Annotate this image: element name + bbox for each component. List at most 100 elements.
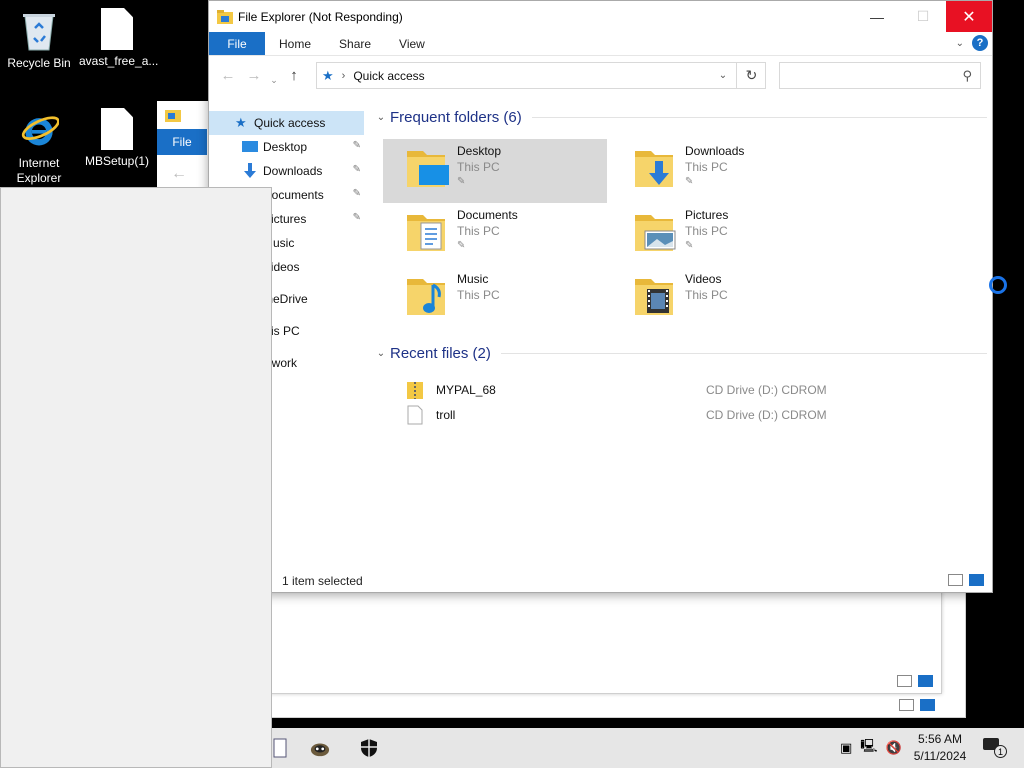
pin-icon[interactable]: ✎ — [353, 140, 361, 151]
tab-share[interactable]: Share — [325, 32, 385, 55]
folder-location: This PC — [685, 224, 728, 238]
help-icon[interactable]: ? — [972, 35, 988, 51]
clock-date: 5/11/2024 — [913, 749, 967, 763]
recent-locations-button[interactable]: ⌄ — [267, 75, 281, 86]
details-view-icon[interactable] — [899, 699, 914, 711]
title-bar[interactable]: File Explorer (Not Responding) — ☐ ✕ — [209, 1, 992, 32]
folder-tile-desktop[interactable]: Desktop This PC ✎ — [383, 139, 607, 203]
up-button[interactable]: ↑ — [281, 67, 307, 84]
pin-icon: ✎ — [685, 176, 694, 187]
frequent-folders-grid: Desktop This PC ✎ Downloads This PC ✎ Do… — [383, 139, 987, 331]
desktop-icon-avast[interactable]: avast_free_a... — [79, 8, 159, 69]
ribbon: File Home Share View ⌄ ? — [209, 32, 992, 56]
clock[interactable]: 5:56 AM 5/11/2024 — [905, 731, 975, 765]
volume-muted-icon[interactable]: 🔇 — [886, 740, 902, 756]
breadcrumb-separator: › — [341, 69, 346, 82]
pin-icon[interactable]: ✎ — [353, 164, 361, 175]
pin-icon[interactable]: ✎ — [353, 188, 361, 199]
recent-file-row[interactable]: MYPAL_68 CD Drive (D:) CDROM — [372, 377, 987, 402]
network-icon[interactable]: 🖳 — [860, 737, 877, 759]
nav-item-label: Quick access — [254, 116, 326, 130]
internet-explorer-icon — [19, 108, 60, 152]
details-view-icon[interactable] — [948, 574, 963, 586]
details-view-icon[interactable] — [897, 675, 912, 687]
desktop-icon — [242, 141, 258, 152]
folder-name: Pictures — [685, 208, 729, 222]
recent-file-row[interactable]: troll CD Drive (D:) CDROM — [372, 402, 987, 427]
desktop-icon-label: MBSetup(1) — [84, 154, 150, 168]
address-bar[interactable]: ★ › Quick access ⌄ — [316, 62, 766, 89]
search-input[interactable]: ⚲ — [779, 62, 981, 89]
nav-item-label: Desktop — [263, 140, 308, 154]
file-tab[interactable]: File — [157, 129, 207, 155]
back-button[interactable]: ← — [215, 67, 241, 84]
recent-files-header[interactable]: ⌄ Recent files (2) — [372, 341, 987, 365]
refresh-button[interactable]: ↻ — [736, 62, 766, 89]
folder-location: This PC — [457, 288, 500, 302]
folder-tile-pictures[interactable]: Pictures This PC ✎ — [611, 203, 839, 267]
desktop-icon-mbsetup[interactable]: MBSetup(1) — [79, 108, 155, 169]
background-window-1 — [270, 590, 942, 694]
collapse-chevron-icon[interactable]: ⌄ — [372, 112, 390, 123]
desktop-icon-label: Recycle Bin — [7, 56, 71, 70]
folder-name: Videos — [685, 272, 722, 286]
forward-button[interactable]: → — [241, 67, 267, 84]
tab-home[interactable]: Home — [265, 32, 325, 55]
taskbar-shield-icon[interactable] — [358, 738, 380, 758]
documents-folder-icon — [407, 215, 445, 251]
desktop-icon-label: avast_free_a... — [79, 54, 159, 68]
meet-now-icon[interactable]: ▣ — [840, 740, 852, 756]
folder-location: This PC — [685, 288, 728, 302]
blank-popup-panel — [0, 187, 272, 768]
folder-tile-videos[interactable]: Videos This PC — [611, 267, 839, 331]
nav-item-desktop[interactable]: Desktop ✎ — [209, 135, 367, 159]
status-bar-text: 1 item selected — [282, 574, 363, 588]
desktop-folder-icon — [407, 151, 449, 187]
recycle-bin-icon — [21, 8, 57, 52]
nav-item-label: Documents — [263, 188, 324, 202]
pictures-folder-icon — [635, 215, 676, 251]
minimize-button[interactable]: — — [854, 1, 900, 32]
action-center-icon[interactable]: 1 — [983, 738, 1007, 758]
large-icons-view-icon[interactable] — [918, 675, 933, 687]
nav-item-label: Downloads — [263, 164, 323, 178]
large-icons-view-icon[interactable] — [969, 574, 984, 586]
frequent-folders-header[interactable]: ⌄ Frequent folders (6) — [372, 105, 987, 129]
nav-item-quick-access[interactable]: ★ Quick access — [209, 111, 364, 135]
folder-location: This PC — [685, 160, 728, 174]
desktop-icon-recycle-bin[interactable]: Recycle Bin — [1, 8, 77, 71]
folder-name: Downloads — [685, 144, 745, 158]
taskbar-raccoon-icon[interactable] — [308, 738, 332, 758]
large-icons-view-icon[interactable] — [920, 699, 935, 711]
file-icon — [407, 405, 423, 424]
zip-folder-icon — [407, 381, 423, 399]
folder-tile-music[interactable]: Music This PC — [383, 267, 611, 331]
pin-icon[interactable]: ✎ — [353, 212, 361, 223]
maximize-button[interactable]: ☐ — [900, 1, 946, 32]
expand-ribbon-icon[interactable]: ⌄ — [956, 38, 964, 49]
address-dropdown-icon[interactable]: ⌄ — [713, 70, 733, 81]
folder-tile-downloads[interactable]: Downloads This PC ✎ — [611, 139, 839, 203]
folder-tile-documents[interactable]: Documents This PC ✎ — [383, 203, 611, 267]
desktop-icon-label: Internet Explorer — [16, 156, 62, 185]
folder-name: Desktop — [457, 144, 502, 158]
videos-folder-icon — [635, 279, 673, 315]
file-explorer-icon — [217, 9, 233, 24]
recent-file-name: MYPAL_68 — [436, 382, 496, 397]
folder-location: This PC — [457, 160, 500, 174]
desktop-icon-internet-explorer[interactable]: Internet Explorer — [1, 108, 77, 186]
close-button[interactable]: ✕ — [946, 1, 992, 32]
address-row: ← → ⌄ ↑ ★ › Quick access ⌄ ↻ ⚲ — [209, 56, 992, 94]
downloads-folder-icon — [635, 151, 673, 187]
folder-icon — [165, 110, 181, 122]
collapse-chevron-icon[interactable]: ⌄ — [372, 348, 390, 359]
recent-files-list: MYPAL_68 CD Drive (D:) CDROM troll CD Dr… — [372, 377, 987, 427]
folder-location: This PC — [457, 224, 500, 238]
taskbar-document-icon[interactable] — [272, 738, 294, 758]
nav-item-downloads[interactable]: Downloads ✎ — [209, 159, 367, 183]
address-path: Quick access — [353, 68, 425, 83]
folder-name: Music — [457, 272, 489, 286]
tab-file[interactable]: File — [209, 32, 265, 55]
window-title: File Explorer (Not Responding) — [238, 9, 403, 24]
tab-view[interactable]: View — [385, 32, 439, 55]
